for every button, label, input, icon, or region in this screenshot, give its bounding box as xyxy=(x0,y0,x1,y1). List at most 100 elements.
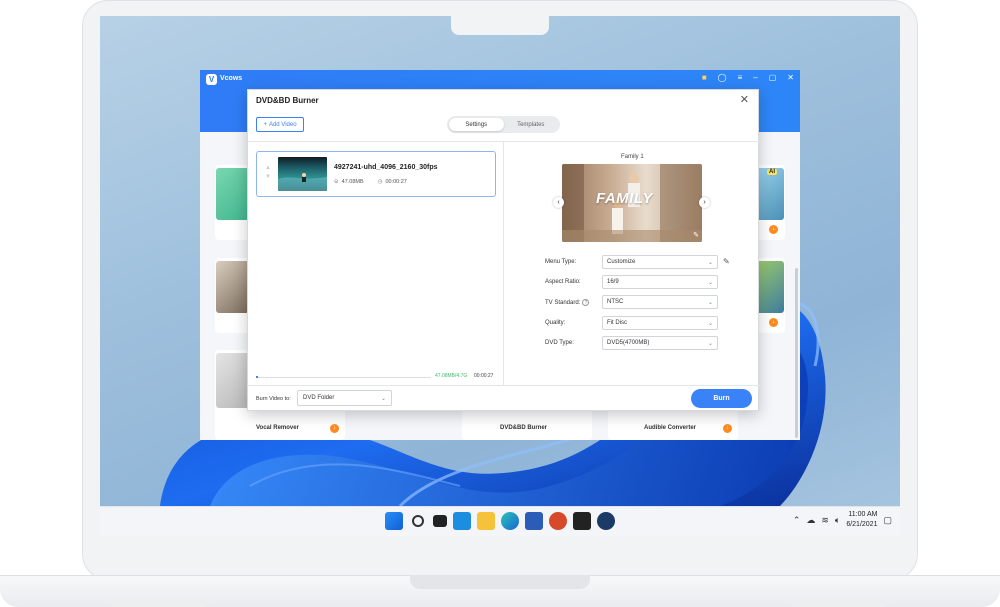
close-icon[interactable]: ✕ xyxy=(740,93,749,106)
ai-badge: AI xyxy=(767,169,777,175)
dvd-type-value: DVD5(4700MB) xyxy=(607,340,650,346)
divider xyxy=(503,141,504,385)
quality-value: Fit Disc xyxy=(607,320,627,326)
app-scrollbar[interactable] xyxy=(795,268,798,438)
laptop-foot-right xyxy=(790,598,890,607)
tool-thumbnail xyxy=(755,261,784,313)
video-name: 4927241-uhd_4096_2160_30fps xyxy=(334,164,438,171)
edit-menu-icon[interactable]: ✎ xyxy=(723,257,730,266)
capacity-progress-track xyxy=(256,377,431,378)
dvd-type-select[interactable]: DVD5(4700MB) ⌄ xyxy=(602,336,718,350)
tool-thumbnail xyxy=(216,261,249,313)
video-size: ⊝ 47.08MB xyxy=(334,179,364,185)
clock-date: 6/21/2021 xyxy=(846,521,878,528)
widgets-icon[interactable] xyxy=(453,512,471,530)
dvd-burner-dialog: DVD&BD Burner ✕ + Add Video Settings Tem… xyxy=(247,89,760,411)
burn-to-label: Burn Video to: xyxy=(256,396,291,402)
window-controls: ■ ◯ ≡ – ▢ ✕ xyxy=(702,73,794,82)
tool-thumbnail xyxy=(755,168,784,220)
dialog-title: DVD&BD Burner xyxy=(256,96,319,105)
chevron-up-icon[interactable]: ⌃ xyxy=(793,515,801,526)
video-size-value: 47.08MB xyxy=(341,179,364,185)
capacity-size-text: 47.08MB/4.7G xyxy=(435,373,468,379)
tv-standard-select[interactable]: NTSC ⌄ xyxy=(602,295,718,309)
clock-time: 11:00 AM xyxy=(848,511,878,518)
edge-icon[interactable] xyxy=(501,512,519,530)
next-template-arrow-icon[interactable]: › xyxy=(699,197,710,208)
notification-icon[interactable]: ▢ xyxy=(883,515,892,526)
surfer-image xyxy=(278,173,327,191)
chevron-down-icon: ⌄ xyxy=(707,280,713,286)
start-icon[interactable] xyxy=(385,512,403,530)
menu-type-value: Customize xyxy=(607,259,636,265)
download-icon[interactable]: ↓ xyxy=(769,318,778,327)
dvd-type-label: DVD Type: xyxy=(545,340,574,346)
chevron-down-icon: ⌄ xyxy=(707,341,713,347)
minimize-icon[interactable]: – xyxy=(753,73,757,82)
reorder-arrows-icon[interactable]: ▲ ▼ xyxy=(265,164,271,182)
add-video-label: Add Video xyxy=(268,121,297,128)
tool-card[interactable]: ↓ xyxy=(755,258,785,333)
quality-select[interactable]: Fit Disc ⌄ xyxy=(602,316,718,330)
tv-standard-value: NTSC xyxy=(607,299,624,305)
laptop-base-notch xyxy=(410,575,590,589)
tool-card[interactable] xyxy=(215,258,250,333)
tool-label: Audible Converter xyxy=(644,425,697,431)
taskbar: ⌃ ☁ ≋ 🔈︎ 11:00 AM 6/21/2021 ▢ xyxy=(100,506,900,536)
search-icon[interactable] xyxy=(412,515,424,527)
quality-label: Quality: xyxy=(545,320,566,326)
menu-type-label: Menu Type: xyxy=(545,259,577,265)
tool-card[interactable] xyxy=(215,165,250,240)
wifi-icon[interactable]: ≋ xyxy=(821,515,829,526)
file-explorer-icon[interactable] xyxy=(477,512,495,530)
plus-icon: + xyxy=(263,121,267,128)
add-video-button[interactable]: + Add Video xyxy=(256,117,304,132)
close-icon[interactable]: ✕ xyxy=(787,73,794,82)
template-preview: FAMILY ✎ xyxy=(562,164,702,242)
camera-notch xyxy=(451,15,549,35)
aspect-ratio-select[interactable]: 16/9 ⌄ xyxy=(602,275,718,289)
chevron-down-icon: ⌄ xyxy=(380,396,386,402)
powerpoint-icon[interactable] xyxy=(549,512,567,530)
video-thumbnail xyxy=(278,157,327,191)
task-view-icon[interactable] xyxy=(433,515,447,527)
menu-type-select[interactable]: Customize ⌄ xyxy=(602,255,718,269)
chevron-down-icon: ⌄ xyxy=(707,321,713,327)
tool-thumbnail xyxy=(216,353,249,408)
download-icon[interactable]: ↓ xyxy=(723,424,732,433)
cloud-icon[interactable]: ☁ xyxy=(806,515,815,526)
template-overlay-text: FAMILY xyxy=(596,190,653,207)
volume-icon[interactable]: 🔈︎ xyxy=(835,515,840,526)
download-icon[interactable]: ↓ xyxy=(330,424,339,433)
tool-card[interactable]: AI ↓ xyxy=(755,165,785,240)
menu-icon[interactable]: ≡ xyxy=(738,73,743,82)
word-icon[interactable] xyxy=(525,512,543,530)
burn-to-select[interactable]: DVD Folder ⌄ xyxy=(297,390,392,406)
tool-label: DVD&BD Burner xyxy=(500,425,548,431)
maximize-icon[interactable]: ▢ xyxy=(769,73,777,82)
gift-icon[interactable]: ■ xyxy=(702,73,707,82)
previous-template-arrow-icon[interactable]: ‹ xyxy=(553,197,564,208)
capacity-progress-fill xyxy=(256,376,258,378)
video-duration: ◷ 00:00:27 xyxy=(378,179,407,185)
aspect-ratio-value: 16/9 xyxy=(607,279,619,285)
tv-standard-label-row: TV Standard: ? xyxy=(545,299,590,306)
store-icon[interactable] xyxy=(573,512,591,530)
vcows-logo-icon: V xyxy=(206,74,217,85)
download-icon[interactable]: ↓ xyxy=(769,225,778,234)
clock[interactable]: 11:00 AM 6/21/2021 xyxy=(846,510,877,530)
video-list-item[interactable]: ▲ ▼ 4927241-uhd_4096_2160_30fps ⊝ 47.08MB … xyxy=(256,151,496,197)
steam-icon[interactable] xyxy=(597,512,615,530)
capacity-duration-text: 00:00:27 xyxy=(474,373,494,379)
tab-settings[interactable]: Settings xyxy=(449,118,504,131)
taskbar-apps xyxy=(385,512,615,530)
video-meta: ⊝ 47.08MB ◷ 00:00:27 xyxy=(334,179,407,185)
help-icon[interactable]: ? xyxy=(582,299,590,306)
edit-template-icon[interactable]: ✎ xyxy=(693,231,699,239)
account-icon[interactable]: ◯ xyxy=(718,73,727,82)
tab-templates[interactable]: Templates xyxy=(504,118,559,131)
film-icon: ⊝ xyxy=(334,179,339,185)
burn-button[interactable]: Burn xyxy=(691,389,752,408)
burn-to-value: DVD Folder xyxy=(303,395,335,401)
laptop-foot-left xyxy=(110,598,210,607)
